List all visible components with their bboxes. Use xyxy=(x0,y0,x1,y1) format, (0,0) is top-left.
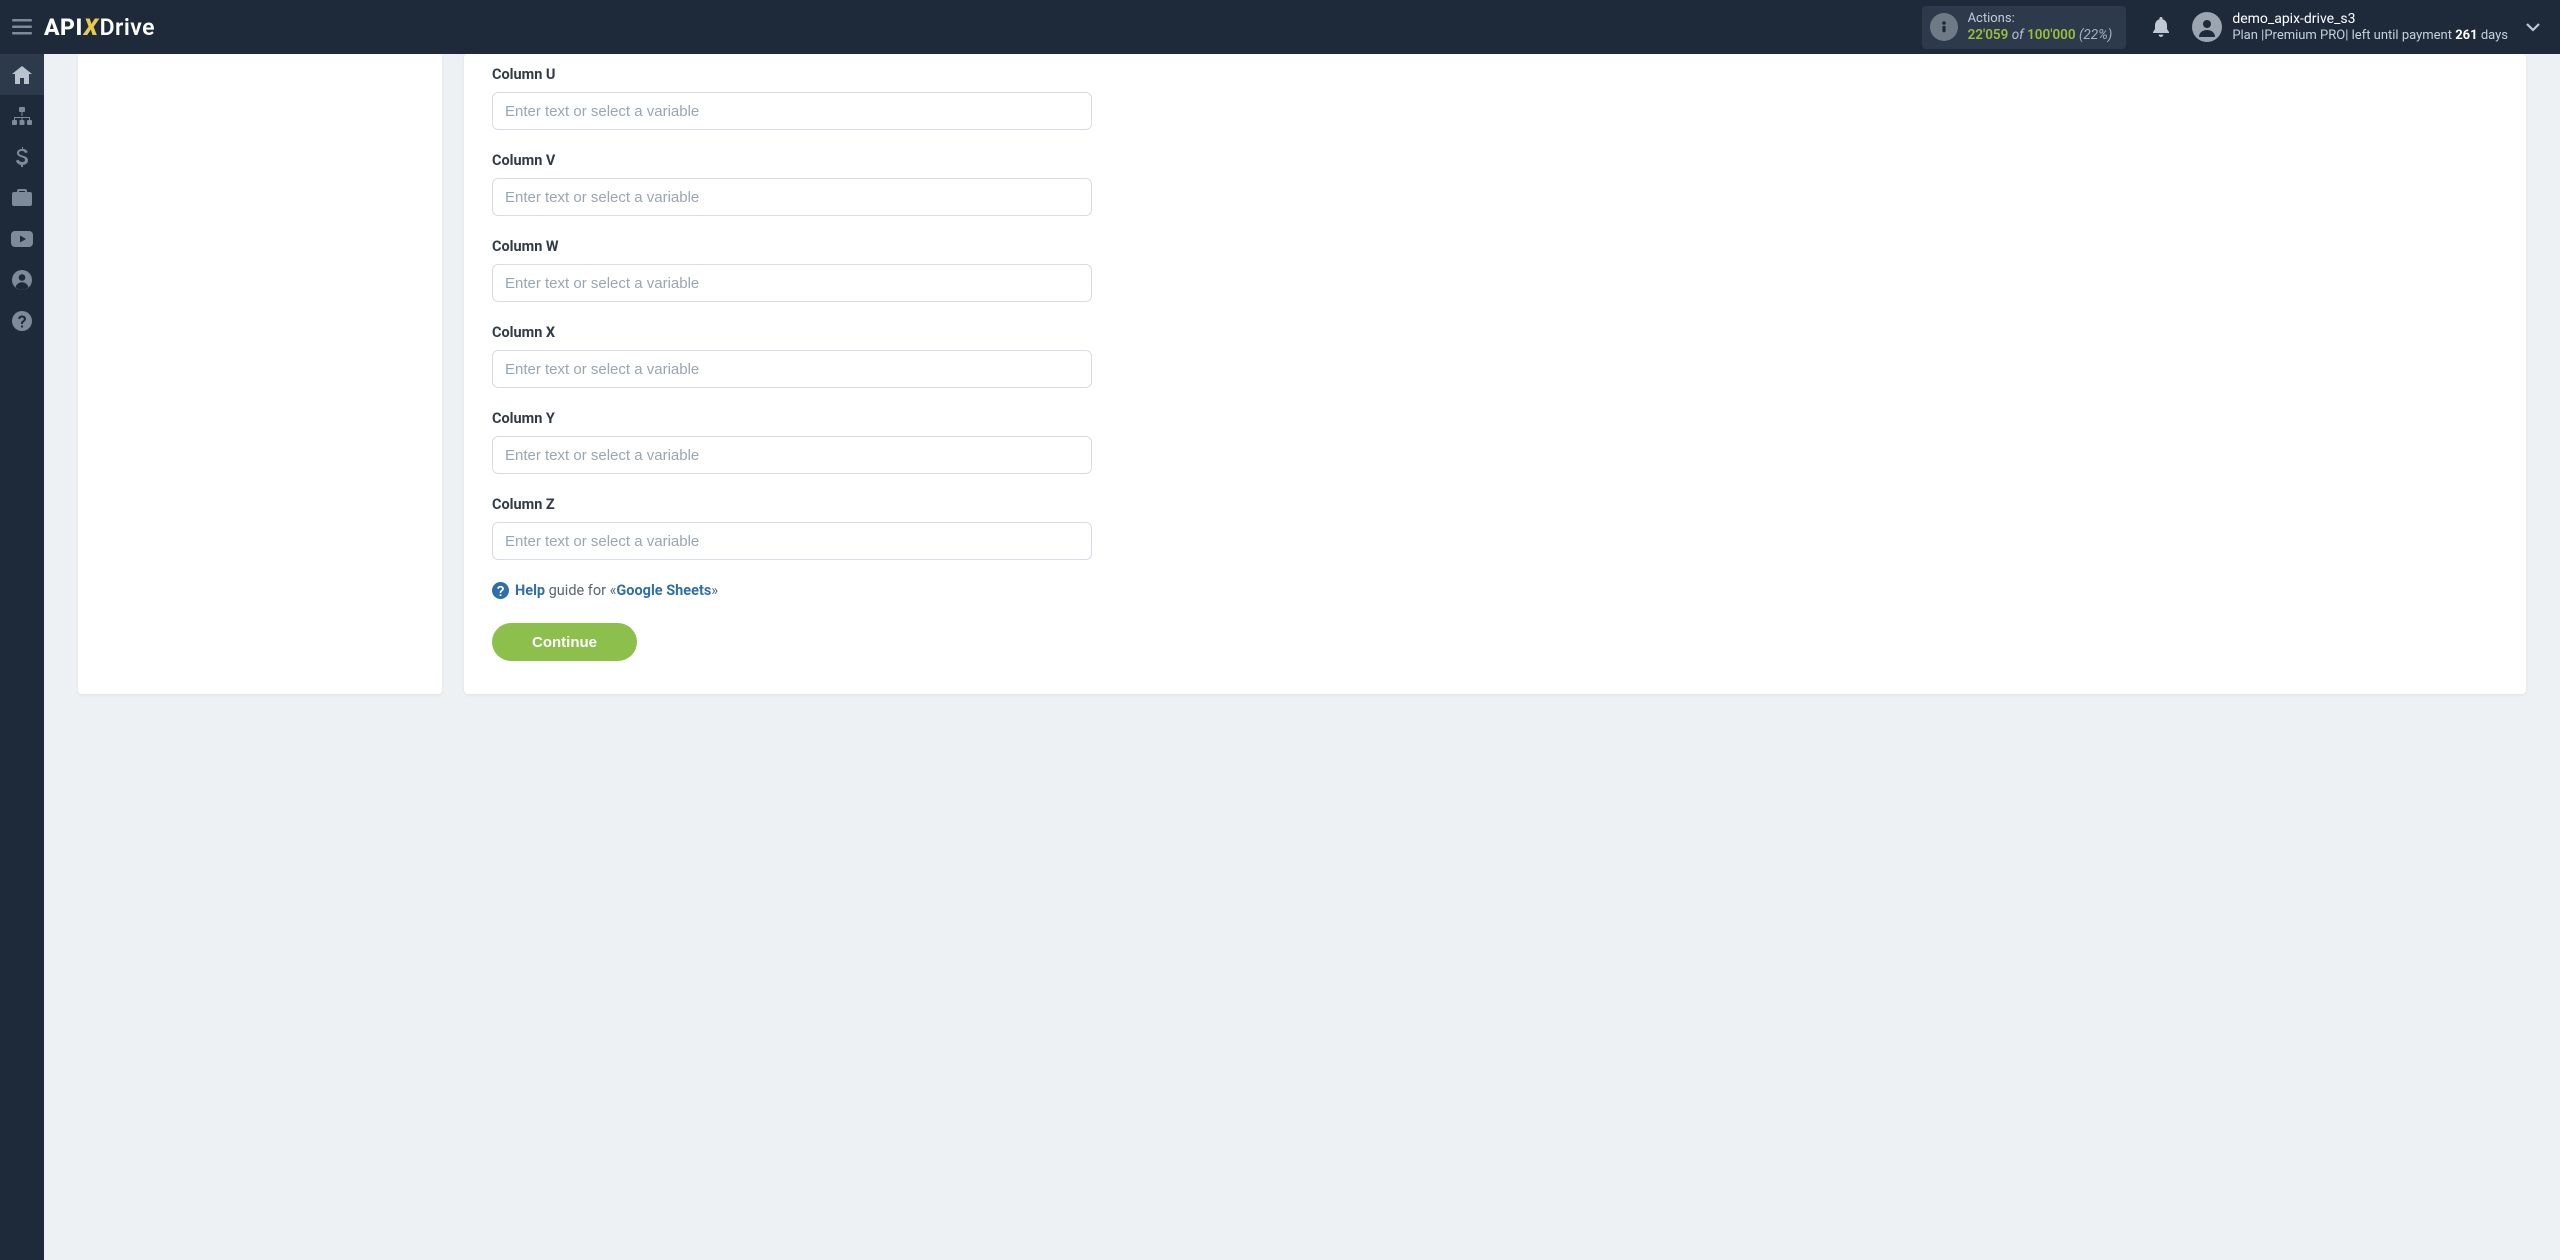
help-end: » xyxy=(711,582,718,599)
right-panel-card: Column U Column V Column W Column X Column Y… xyxy=(464,54,2526,694)
field-input[interactable] xyxy=(492,350,1092,388)
field-input[interactable] xyxy=(492,522,1092,560)
rail-item-connections[interactable] xyxy=(0,95,44,136)
sidebar-rail xyxy=(0,54,44,1260)
user-menu[interactable]: demo_apix-drive_s3 Plan |Premium PRO| le… xyxy=(2192,11,2508,43)
rail-item-briefcase[interactable] xyxy=(0,177,44,218)
help-word: Help xyxy=(515,582,545,599)
hamburger-icon xyxy=(12,19,32,35)
field-input[interactable] xyxy=(492,264,1092,302)
help-subject: Google Sheets xyxy=(616,582,711,599)
user-name: demo_apix-drive_s3 xyxy=(2232,11,2508,28)
field-input[interactable] xyxy=(492,436,1092,474)
left-panel-card xyxy=(78,54,442,694)
user-lines: demo_apix-drive_s3 Plan |Premium PRO| le… xyxy=(2232,11,2508,43)
field-row: Column Z xyxy=(492,496,2498,560)
dollar-icon xyxy=(16,147,28,167)
sitemap-icon xyxy=(12,107,32,125)
brand-part-api: API xyxy=(44,14,83,41)
info-icon xyxy=(1930,13,1958,41)
rail-item-video[interactable] xyxy=(0,218,44,259)
topbar: API X Drive Actions: 22'059 of 100'000 (… xyxy=(0,0,2560,54)
field-row: Column V xyxy=(492,152,2498,216)
field-row: Column W xyxy=(492,238,2498,302)
rail-item-account[interactable] xyxy=(0,259,44,300)
field-label: Column Z xyxy=(492,496,2498,513)
actions-label: Actions: xyxy=(1968,11,2015,26)
field-row: Column X xyxy=(492,324,2498,388)
user-menu-chevron[interactable] xyxy=(2520,23,2546,32)
brand-logo[interactable]: API X Drive xyxy=(44,14,155,41)
home-icon xyxy=(12,66,32,84)
main-content: Column U Column V Column W Column X Column Y… xyxy=(44,54,2560,1260)
notifications-button[interactable] xyxy=(2144,10,2178,44)
user-plan-line: Plan |Premium PRO| left until payment 26… xyxy=(2232,28,2508,44)
plan-prefix: Plan | xyxy=(2232,28,2264,43)
hamburger-button[interactable] xyxy=(0,0,44,54)
actions-pct: (22%) xyxy=(2079,27,2112,43)
rail-item-home[interactable] xyxy=(0,54,44,95)
help-line[interactable]: Help guide for «Google Sheets» xyxy=(492,582,2498,599)
field-label: Column Y xyxy=(492,410,2498,427)
brand-part-drive: Drive xyxy=(100,14,156,41)
question-circle-icon xyxy=(12,311,32,331)
field-label: Column U xyxy=(492,66,2498,83)
actions-used: 22'059 xyxy=(1968,27,2009,43)
field-label: Column W xyxy=(492,238,2498,255)
user-icon xyxy=(2197,17,2217,37)
rail-item-billing[interactable] xyxy=(0,136,44,177)
plan-mid: | left until payment xyxy=(2345,28,2455,43)
help-circle-icon xyxy=(492,582,509,599)
actions-counter[interactable]: Actions: 22'059 of 100'000 (22%) xyxy=(1922,6,2127,49)
plan-days-num: 261 xyxy=(2455,28,2477,43)
brand-part-x: X xyxy=(84,14,99,41)
plan-suffix: days xyxy=(2478,28,2508,43)
actions-of: of xyxy=(2012,27,2024,43)
field-row: Column U xyxy=(492,66,2498,130)
field-input[interactable] xyxy=(492,178,1092,216)
field-label: Column V xyxy=(492,152,2498,169)
chevron-down-icon xyxy=(2526,23,2540,32)
actions-text: Actions: 22'059 of 100'000 (22%) xyxy=(1968,10,2113,45)
continue-button[interactable]: Continue xyxy=(492,623,637,661)
help-mid: guide for « xyxy=(545,582,616,599)
bell-icon xyxy=(2152,17,2170,37)
actions-total: 100'000 xyxy=(2027,27,2076,43)
field-label: Column X xyxy=(492,324,2498,341)
plan-name: Premium PRO xyxy=(2264,28,2345,43)
briefcase-icon xyxy=(12,189,32,206)
avatar xyxy=(2192,12,2222,42)
field-input[interactable] xyxy=(492,92,1092,130)
youtube-icon xyxy=(11,231,33,247)
user-circle-icon xyxy=(12,270,32,290)
rail-item-help[interactable] xyxy=(0,300,44,341)
field-row: Column Y xyxy=(492,410,2498,474)
